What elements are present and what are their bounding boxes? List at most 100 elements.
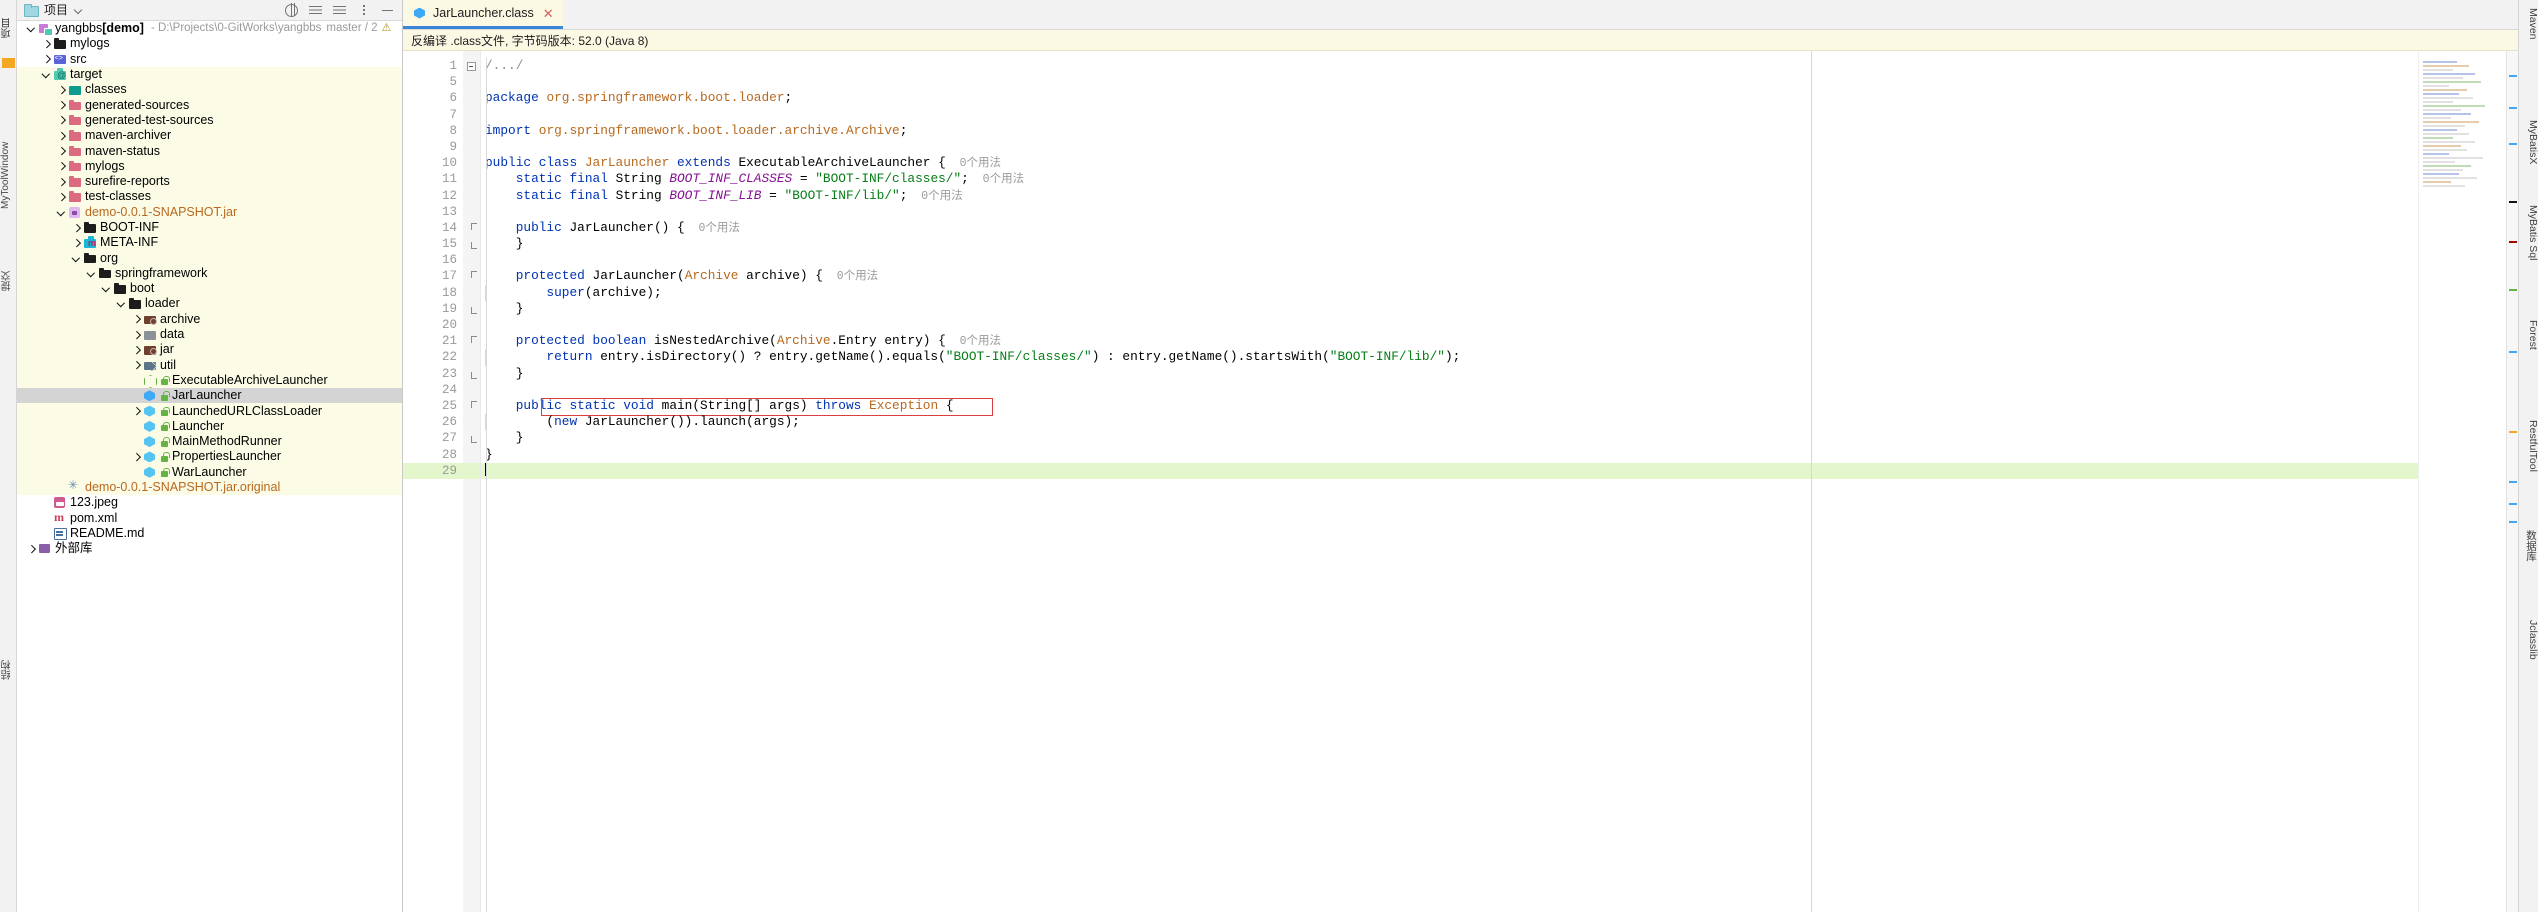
right-rail-item-mybatisx[interactable]: MyBatisX [2519, 120, 2538, 164]
chevron-down-icon[interactable] [85, 267, 98, 280]
chevron-right-icon[interactable] [130, 450, 143, 463]
line-number[interactable]: 9 [403, 139, 463, 155]
fold-region-end-icon[interactable] [470, 242, 477, 250]
code-line[interactable]: package org.springframework.boot.loader; [481, 90, 2518, 106]
tree-node--[interactable]: 外部库 [17, 541, 402, 556]
line-number[interactable]: 14 [403, 220, 463, 236]
fold-region-start-icon[interactable] [470, 222, 477, 230]
line-number[interactable]: 22 [403, 349, 463, 365]
right-rail-item-mybatis-sql[interactable]: MyBatis Sql [2519, 205, 2538, 260]
line-number[interactable]: 24 [403, 382, 463, 398]
fold-marker-slot[interactable] [463, 462, 480, 479]
tree-node-generated-sources[interactable]: generated-sources [17, 97, 402, 113]
code-content[interactable]: /.../ package org.springframework.boot.lo… [481, 51, 2518, 912]
code-line[interactable] [481, 462, 2518, 479]
tree-node-data[interactable]: data [17, 326, 402, 343]
right-rail-item-restfultool[interactable]: RestfulTool [2519, 420, 2538, 472]
chevron-down-icon[interactable] [25, 22, 38, 35]
sort-icon[interactable] [333, 4, 346, 17]
tree-node-boot-inf[interactable]: BOOT-INF [17, 219, 402, 236]
tree-node-pom-xml[interactable]: pom.xml [17, 510, 402, 526]
chevron-right-icon[interactable] [130, 359, 143, 372]
code-line[interactable]: super(archive); [481, 284, 2518, 301]
tree-node-target[interactable]: target [17, 66, 402, 83]
fold-marker-slot[interactable] [463, 414, 480, 430]
tree-node-yangbbs[interactable]: yangbbs [demo] - D:\Projects\0-GitWorks\y… [17, 21, 402, 37]
code-line[interactable]: (new JarLauncher()).launch(args); [481, 414, 2518, 431]
fold-marker-slot[interactable] [463, 333, 480, 349]
code-minimap[interactable] [2418, 51, 2518, 912]
fold-marker-slot[interactable] [463, 236, 480, 252]
line-number[interactable]: 18 [403, 285, 463, 301]
fold-marker-slot[interactable] [463, 107, 480, 123]
line-number[interactable]: 1 [403, 58, 463, 74]
fold-marker-slot[interactable] [463, 171, 480, 187]
rail-item-commit[interactable]: 提交 [0, 250, 17, 312]
chevron-right-icon[interactable] [55, 129, 68, 142]
close-icon[interactable]: ✕ [543, 7, 554, 20]
tree-node-archive[interactable]: archive [17, 311, 402, 327]
chevron-right-icon[interactable] [55, 99, 68, 112]
tree-node-src[interactable]: src [17, 52, 402, 67]
fold-region-end-icon[interactable] [470, 371, 477, 379]
editor-tab-jarlauncher[interactable]: JarLauncher.class ✕ [403, 0, 563, 29]
code-line[interactable]: protected JarLauncher(Archive archive) {… [481, 268, 2518, 284]
tree-node-123-jpeg[interactable]: 123.jpeg [17, 495, 402, 510]
project-tree[interactable]: yangbbs [demo] - D:\Projects\0-GitWorks\y… [17, 21, 402, 912]
fold-marker-slot[interactable] [463, 268, 480, 284]
tree-node-meta-inf[interactable]: META-INF [17, 235, 402, 251]
chevron-right-icon[interactable] [55, 175, 68, 188]
tree-node-demo-0-0-1-snapshot-jar-original[interactable]: demo-0.0.1-SNAPSHOT.jar.original [17, 478, 402, 496]
chevron-down-icon[interactable] [40, 68, 53, 81]
fold-region-start-icon[interactable] [470, 336, 477, 344]
chevron-right-icon[interactable] [130, 343, 143, 356]
fold-marker-slot[interactable] [463, 139, 480, 155]
code-line[interactable]: /.../ [481, 58, 2518, 74]
right-rail-item-forest[interactable]: Forest [2519, 320, 2538, 350]
line-number[interactable]: 29 [403, 462, 463, 479]
fold-marker-slot[interactable] [463, 317, 480, 333]
fold-marker-slot[interactable] [463, 430, 480, 446]
line-number[interactable]: 5 [403, 74, 463, 90]
tree-node-launcher[interactable]: Launcher [17, 418, 402, 435]
fold-marker-slot[interactable] [463, 123, 480, 139]
line-number[interactable]: 7 [403, 107, 463, 123]
code-folding-column[interactable] [463, 51, 481, 912]
chevron-down-icon[interactable] [55, 206, 68, 219]
tree-node-maven-status[interactable]: maven-status [17, 143, 402, 159]
tree-node-org[interactable]: org [17, 250, 402, 266]
code-line[interactable]: return entry.isDirectory() ? entry.getNa… [481, 349, 2518, 366]
chevron-down-icon[interactable] [70, 252, 83, 265]
code-line[interactable]: public static void main(String[] args) t… [481, 397, 2518, 417]
line-number[interactable]: 8 [403, 123, 463, 139]
code-line[interactable] [481, 317, 2518, 333]
error-stripe-mark[interactable] [2509, 431, 2517, 433]
line-number[interactable]: 11 [403, 171, 463, 187]
chevron-right-icon[interactable] [130, 313, 143, 326]
rail-item-mytoolwindow[interactable]: MyToolWindow [0, 116, 17, 234]
code-line[interactable]: import org.springframework.boot.loader.a… [481, 123, 2518, 139]
chevron-right-icon[interactable] [130, 328, 143, 341]
error-stripe-mark[interactable] [2509, 481, 2517, 483]
fold-marker-slot[interactable] [463, 366, 480, 382]
tree-node-executablearchivelauncher[interactable]: ExecutableArchiveLauncher [17, 372, 402, 389]
code-line[interactable]: static final String BOOT_INF_CLASSES = "… [481, 171, 2518, 187]
line-number[interactable]: 10 [403, 155, 480, 171]
chevron-right-icon[interactable] [55, 160, 68, 173]
line-number[interactable]: 28 [403, 447, 463, 463]
tree-node-jar[interactable]: jar [17, 342, 402, 358]
fold-region-end-icon[interactable] [470, 436, 477, 444]
fold-marker-slot[interactable] [463, 188, 480, 204]
code-line[interactable]: } [481, 236, 2518, 252]
code-line[interactable]: static final String BOOT_INF_LIB = "BOOT… [481, 188, 2518, 204]
globe-icon[interactable] [285, 3, 298, 17]
chevron-right-icon[interactable] [55, 114, 68, 127]
tree-node-readme-md[interactable]: README.md [17, 526, 402, 541]
fold-region-end-icon[interactable] [470, 306, 477, 314]
code-line[interactable]: } [481, 447, 2518, 463]
tree-node-generated-test-sources[interactable]: generated-test-sources [17, 112, 402, 129]
tree-node-util[interactable]: util [17, 357, 402, 373]
fold-region-start-icon[interactable] [470, 271, 477, 279]
code-line[interactable]: public JarLauncher() { 0个用法 [481, 220, 2518, 236]
error-stripe-mark[interactable] [2509, 201, 2517, 203]
